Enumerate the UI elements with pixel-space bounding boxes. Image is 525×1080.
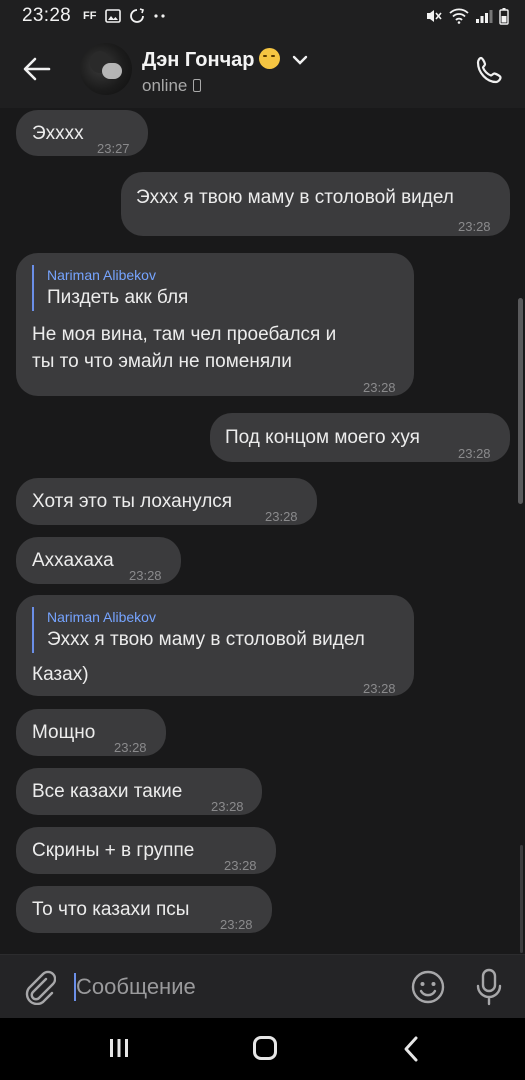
message-time: 23:28 xyxy=(363,380,396,395)
message-text: Эхxx я твою маму в столовой видел xyxy=(136,187,454,208)
reply-author: Nariman Alibekov xyxy=(47,267,156,283)
reply-author: Nariman Alibekov xyxy=(47,609,156,625)
status-time: 23:28 xyxy=(22,5,72,26)
sync-icon xyxy=(129,8,144,23)
status-icons-left: FF xyxy=(83,8,166,24)
call-button[interactable] xyxy=(470,50,510,90)
mute-icon xyxy=(427,10,442,22)
chevron-down-icon[interactable] xyxy=(292,54,308,66)
voice-message-button[interactable] xyxy=(472,967,506,1007)
recent-apps-icon[interactable] xyxy=(108,1038,130,1058)
image-icon xyxy=(104,9,121,23)
reply-text: Пиздеть акк бля xyxy=(47,287,189,308)
message-text: Скрины + в группе xyxy=(32,840,195,861)
contact-name-label: Дэн Гончар xyxy=(142,49,255,71)
reply-quote[interactable]: Nariman Alibekov Эхxx я твою маму в стол… xyxy=(32,607,392,653)
message-bubble[interactable]: Скрины + в группе 23:28 xyxy=(16,827,276,874)
ff-icon: FF xyxy=(83,10,97,22)
scrollbar-track-marker xyxy=(520,845,523,953)
message-time: 23:28 xyxy=(265,509,298,524)
message-list[interactable]: Эхххх 23:27 Эхxx я твою маму в столовой … xyxy=(0,108,525,954)
avatar[interactable] xyxy=(80,43,132,95)
paperclip-icon xyxy=(25,970,57,1006)
message-text: Хотя это ты лоханулся xyxy=(32,491,233,512)
reply-text: Эхxx я твою маму в столовой видел xyxy=(47,629,365,650)
contact-name[interactable]: Дэн Гончар xyxy=(142,48,280,72)
message-text: Под концом моего хуя xyxy=(225,427,420,448)
message-time: 23:28 xyxy=(211,799,244,814)
phone-icon xyxy=(476,56,502,84)
arrow-left-icon xyxy=(23,57,51,81)
wifi-icon xyxy=(449,8,469,24)
system-nav-bar xyxy=(0,1018,525,1080)
message-text: Аххахаха xyxy=(32,550,114,571)
message-input[interactable] xyxy=(76,969,396,1005)
scrollbar-thumb[interactable] xyxy=(518,298,523,504)
message-composer xyxy=(0,954,525,1018)
message-time: 23:28 xyxy=(224,858,257,873)
emoji-button[interactable] xyxy=(410,969,446,1005)
home-icon[interactable] xyxy=(253,1036,277,1060)
message-text: Мощно xyxy=(32,722,96,743)
message-text: Эхххх xyxy=(32,123,84,144)
message-time: 23:28 xyxy=(363,681,396,696)
message-time: 23:28 xyxy=(129,568,162,583)
message-bubble[interactable]: Эхxx я твою маму в столовой видел 23:28 xyxy=(121,172,510,236)
message-text: Все казахи такие xyxy=(32,781,183,802)
message-bubble[interactable]: Хотя это ты лоханулся 23:28 xyxy=(16,478,317,525)
battery-icon xyxy=(499,8,509,25)
more-dots-icon xyxy=(153,14,165,18)
back-nav-icon[interactable] xyxy=(401,1035,421,1063)
signal-icon xyxy=(476,10,493,23)
contact-status: online xyxy=(142,76,202,96)
microphone-icon xyxy=(476,968,502,1006)
reply-quote[interactable]: Nariman Alibekov Пиздеть акк бля xyxy=(32,265,392,311)
message-time: 23:28 xyxy=(114,740,147,755)
message-text: То что казахи псы xyxy=(32,899,190,920)
status-icons-right xyxy=(425,7,509,25)
message-bubble[interactable]: Все казахи такие 23:28 xyxy=(16,768,262,815)
status-bar: 23:28 FF xyxy=(0,0,525,32)
contact-status-label: online xyxy=(142,76,188,95)
chat-screen: 23:28 FF Дэн Гончар online Эхххх 23:27 Э… xyxy=(0,0,525,1080)
message-bubble[interactable]: Мощно 23:28 xyxy=(16,709,166,756)
message-text-line: ты то что эмайл не поменяли xyxy=(32,351,292,372)
smiling-face-emoji xyxy=(258,48,280,69)
message-text-line: Не моя вина, там чел проебался и xyxy=(32,324,337,345)
message-bubble[interactable]: Аххахаха 23:28 xyxy=(16,537,181,584)
chat-header: Дэн Гончар online xyxy=(0,32,525,108)
back-button[interactable] xyxy=(20,52,54,86)
message-bubble[interactable]: Под концом моего хуя 23:28 xyxy=(210,413,510,462)
message-time: 23:28 xyxy=(458,446,491,461)
message-time: 23:28 xyxy=(458,219,491,234)
message-bubble[interactable]: Nariman Alibekov Пиздеть акк бля Не моя … xyxy=(16,253,414,396)
smiley-icon xyxy=(411,970,445,1004)
message-text: Казах) xyxy=(32,664,89,685)
message-time: 23:27 xyxy=(97,141,130,156)
message-time: 23:28 xyxy=(220,917,253,932)
mobile-device-icon xyxy=(193,79,202,92)
message-bubble[interactable]: Nariman Alibekov Эхxx я твою маму в стол… xyxy=(16,595,414,696)
message-bubble[interactable]: Эхххх 23:27 xyxy=(16,110,148,156)
message-bubble[interactable]: То что казахи псы 23:28 xyxy=(16,886,272,933)
attach-button[interactable] xyxy=(22,969,57,1006)
